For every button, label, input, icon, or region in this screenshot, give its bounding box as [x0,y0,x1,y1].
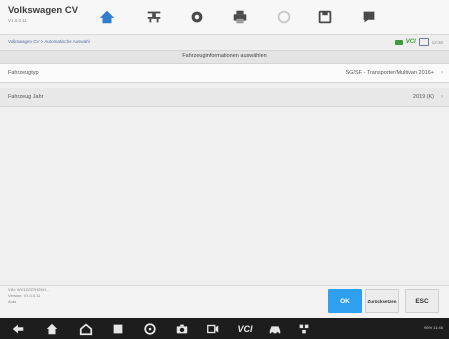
chevron-right-icon: › [440,93,443,100]
car-icon[interactable] [267,321,283,337]
data-logging-icon[interactable] [358,6,380,28]
esc-button[interactable]: ESC [405,289,439,313]
status-area: VCI 12:30 [394,37,443,47]
row-value: SG/SF - Transporter/Multivan 2016+ [345,70,435,76]
app-window: Volkswagen CV V1.0.0.11 Volkswagen CV > … [0,0,449,339]
recent-apps-icon[interactable] [110,321,126,337]
app-brand: Volkswagen CV V1.0.0.11 [8,5,86,23]
print-icon[interactable] [229,6,251,28]
bottom-action-bar: VIN: WV1ZZZ7HZKH... Version: V1.0.0.11 A… [0,285,449,319]
list-item-vehicle-year[interactable]: Fahrzeug Jahr 2019 (K) › [0,88,449,107]
content-area [0,110,449,285]
back-icon[interactable] [10,321,26,337]
home-icon[interactable] [96,6,118,28]
breadcrumb-bar: Volkswagen CV > Automatische Auswahl VCI… [0,35,449,49]
browser-icon[interactable] [142,321,158,337]
section-header: Fahrzeuginformationen auswählen [0,50,449,64]
settings-icon[interactable] [186,6,208,28]
row-value: 2019 (K) [412,94,434,100]
save-icon[interactable] [314,6,336,28]
autel-home-icon[interactable] [78,321,94,337]
system-nav-bar: VCI 96% 11:45 [0,318,449,339]
section-title: Fahrzeuginformationen auswählen [182,53,267,59]
vci-label: VCI [405,39,416,45]
vehicle-swap-icon[interactable] [143,6,165,28]
battery-icon [418,38,429,46]
camera-icon[interactable] [174,321,190,337]
breadcrumb[interactable]: Volkswagen CV > Automatische Auswahl [8,39,90,44]
top-toolbar: Volkswagen CV V1.0.0.11 [0,0,449,35]
row-label: Fahrzeug Jahr [8,94,44,100]
help-icon[interactable] [273,6,295,28]
status-time: 12:30 [431,39,443,45]
row-label: Fahrzeugtyp [8,70,39,76]
vci-connection-icon [394,39,403,45]
system-status: 96% 11:45 [424,325,443,330]
app-title: Volkswagen CV [8,5,79,16]
reset-button[interactable]: Zurücksetzen [365,289,399,313]
screen-record-icon[interactable] [205,321,221,337]
vehicle-info: VIN: WV1ZZZ7HZKH... Version: V1.0.0.11 A… [8,287,49,305]
vci-nav-icon[interactable]: VCI [234,321,256,337]
network-icon[interactable] [296,321,312,337]
list-item-vehicle-type[interactable]: Fahrzeugtyp SG/SF - Transporter/Multivan… [0,64,449,83]
app-version: V1.0.0.11 [8,18,27,23]
info-mode: Auto [8,299,17,304]
ok-button[interactable]: OK [328,289,362,313]
home-icon[interactable] [44,321,60,337]
chevron-right-icon: › [440,69,443,76]
